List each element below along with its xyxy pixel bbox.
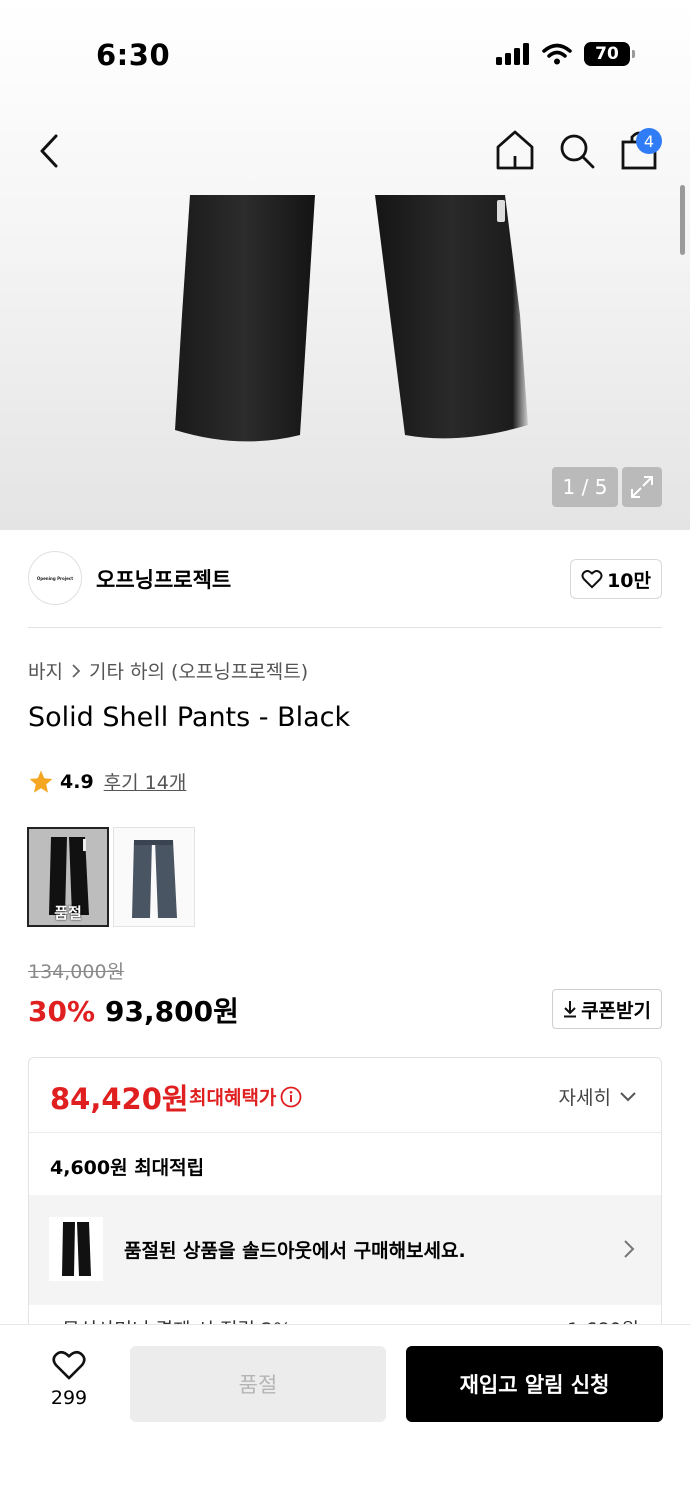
soldout-market-banner[interactable]: 품절된 상품을 솔드아웃에서 구매해보세요.: [29, 1195, 661, 1305]
variant-image: [132, 840, 177, 918]
wifi-icon: [542, 43, 572, 65]
status-icons: 70: [496, 42, 635, 66]
image-counter: 1 / 5: [552, 467, 618, 507]
brand-like-count: 10만: [607, 569, 651, 592]
home-icon[interactable]: [494, 128, 536, 172]
download-icon: [564, 1001, 577, 1018]
expand-icon: [631, 476, 653, 498]
max-benefit-row: 84,420원 최대혜택가 자세히: [29, 1058, 661, 1133]
battery-indicator: 70: [584, 42, 635, 66]
brand-row: Opening Project 오프닝프로젝트 10만: [28, 548, 662, 628]
brand-like-button[interactable]: 10만: [570, 559, 662, 599]
sale-price: 93,800원: [105, 995, 239, 1028]
breadcrumb: 바지 기타 하의 (오프닝프로젝트): [28, 657, 308, 684]
detail-toggle-label: 자세히: [558, 1087, 611, 1109]
soldout-button[interactable]: 품절: [130, 1346, 386, 1422]
max-benefit-price: 84,420원: [50, 1082, 189, 1116]
heart-icon: [52, 1350, 86, 1380]
cellular-signal-icon: [496, 43, 529, 65]
breadcrumb-subcategory[interactable]: 기타 하의 (오프닝프로젝트): [89, 657, 308, 684]
breadcrumb-category[interactable]: 바지: [28, 657, 63, 684]
max-benefit-label-group: 최대혜택가: [189, 1083, 302, 1110]
search-icon[interactable]: [556, 130, 598, 172]
brand-name[interactable]: 오프닝프로젝트: [96, 564, 231, 594]
max-points: 4,600원 최대적립: [50, 1157, 205, 1179]
chevron-down-icon: [620, 1091, 636, 1101]
pants-thumbnail-icon: [62, 1222, 91, 1276]
brand-logo[interactable]: Opening Project: [28, 551, 82, 605]
bottom-action-bar: 299 품절 재입고 알림 신청: [0, 1324, 690, 1500]
coupon-button-label: 쿠폰받기: [581, 999, 651, 1022]
detail-toggle[interactable]: 자세히: [559, 1083, 637, 1110]
benefit-box: 84,420원 최대혜택가 자세히 4,600원 최대적립 품절된 상품을 솔드…: [28, 1057, 662, 1357]
original-price: 134,000원: [28, 961, 125, 983]
status-time: 6:30: [96, 38, 171, 72]
banner-product-image: [49, 1217, 103, 1281]
restock-alert-button[interactable]: 재입고 알림 신청: [406, 1346, 663, 1422]
variant-thumbnail-black[interactable]: 품절: [27, 827, 109, 927]
back-arrow-icon[interactable]: [30, 128, 70, 174]
star-icon: [29, 770, 53, 793]
rating-row: 4.9 후기 14개: [28, 768, 186, 795]
variant-thumbnail-charcoal[interactable]: [113, 827, 195, 927]
expand-image-button[interactable]: [622, 467, 662, 507]
max-benefit-label: 최대혜택가: [189, 1087, 277, 1109]
product-image: [175, 195, 528, 442]
wishlist-button[interactable]: 299: [38, 1349, 100, 1419]
product-title: Solid Shell Pants - Black: [28, 702, 351, 733]
review-link[interactable]: 후기 14개: [104, 768, 187, 795]
coupon-button[interactable]: 쿠폰받기: [552, 989, 662, 1029]
cart-count-badge: 4: [636, 128, 662, 154]
scroll-indicator: [680, 185, 685, 255]
chevron-right-icon: [624, 1240, 635, 1258]
status-bar: 6:30 70: [0, 0, 690, 110]
soldout-banner-text: 품절된 상품을 솔드아웃에서 구매해보세요.: [124, 1240, 466, 1262]
variant-soldout-label: 품절: [54, 904, 82, 922]
wishlist-count: 299: [50, 1387, 88, 1409]
rating-score: 4.9: [60, 770, 94, 793]
info-icon[interactable]: [280, 1086, 302, 1108]
heart-icon: [581, 570, 603, 589]
price-row: 30% 93,800원: [28, 990, 239, 1030]
chevron-right-icon: [72, 663, 81, 678]
discount-rate: 30%: [28, 995, 96, 1028]
